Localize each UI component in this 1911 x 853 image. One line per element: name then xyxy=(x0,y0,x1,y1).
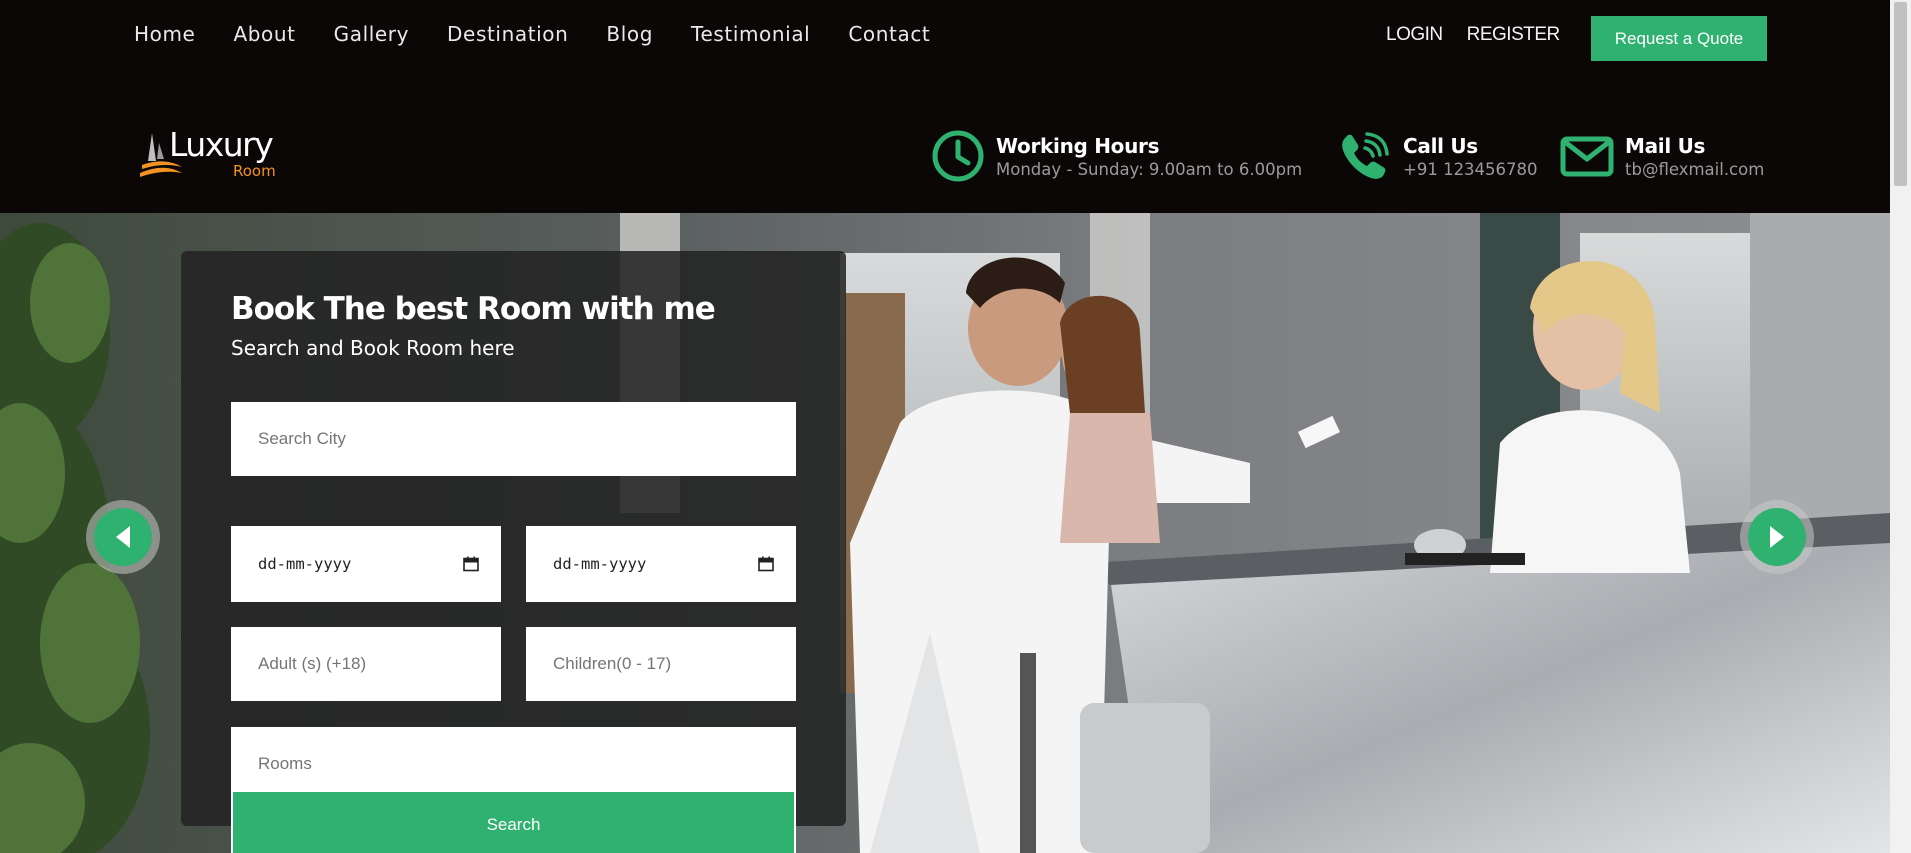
booking-title: Book The best Room with me xyxy=(231,291,716,327)
hero-slider: Book The best Room with me Search and Bo… xyxy=(0,213,1890,853)
nav-destination-link[interactable]: Destination xyxy=(447,22,568,46)
nav-home-link[interactable]: Home xyxy=(134,22,195,46)
working-hours-detail: Monday - Sunday: 9.00am to 6.00pm xyxy=(996,160,1303,179)
scrollbar-thumb[interactable] xyxy=(1894,2,1907,186)
checkin-date-value: dd-mm-yyyy xyxy=(258,555,352,573)
booking-panel: Book The best Room with me Search and Bo… xyxy=(181,251,846,853)
call-us-title: Call Us xyxy=(1403,134,1478,158)
calendar-icon[interactable] xyxy=(463,556,479,572)
children-input[interactable] xyxy=(526,627,796,701)
mail-us-address[interactable]: tb@flexmail.com xyxy=(1625,160,1764,179)
nav-blog-link[interactable]: Blog xyxy=(606,22,653,46)
luxury-room-logo[interactable]: Luxury Room xyxy=(138,125,288,185)
logo-sub: Room xyxy=(233,162,276,180)
auth-links: LOGIN REGISTER xyxy=(1386,24,1560,46)
nav-contact-link[interactable]: Contact xyxy=(848,22,930,46)
adults-input[interactable] xyxy=(231,627,501,701)
call-us-number[interactable]: +91 123456780 xyxy=(1403,160,1538,179)
checkin-date-input[interactable]: dd-mm-yyyy xyxy=(231,526,501,602)
phone-icon xyxy=(1342,132,1389,179)
checkout-date-value: dd-mm-yyyy xyxy=(553,555,647,573)
checkout-date-input[interactable]: dd-mm-yyyy xyxy=(526,526,796,602)
working-hours-title: Working Hours xyxy=(996,134,1160,158)
page-scrollbar[interactable] xyxy=(1890,0,1911,853)
site-header: Luxury Room Working Hours Monday - Sunda… xyxy=(0,72,1890,213)
nav-testimonial-link[interactable]: Testimonial xyxy=(691,22,810,46)
mail-us-block[interactable]: Mail Us tb@flexmail.com xyxy=(1559,128,1764,184)
caret-right-icon xyxy=(1770,526,1784,548)
working-hours-block: Working Hours Monday - Sunday: 9.00am to… xyxy=(930,128,1302,184)
slider-prev-button[interactable] xyxy=(86,500,160,574)
envelope-icon xyxy=(1560,136,1614,177)
search-button[interactable]: Search xyxy=(231,790,796,853)
register-link[interactable]: REGISTER xyxy=(1467,24,1561,46)
caret-left-icon xyxy=(116,526,130,548)
calendar-icon[interactable] xyxy=(758,556,774,572)
nav-about-link[interactable]: About xyxy=(233,22,295,46)
main-nav: Home About Gallery Destination Blog Test… xyxy=(134,22,930,46)
clock-icon xyxy=(932,130,984,182)
search-city-input[interactable] xyxy=(231,402,796,476)
call-us-block[interactable]: Call Us +91 123456780 xyxy=(1337,128,1538,184)
login-link[interactable]: LOGIN xyxy=(1386,24,1443,46)
top-navigation-bar: Home About Gallery Destination Blog Test… xyxy=(0,0,1890,72)
nav-gallery-link[interactable]: Gallery xyxy=(334,22,409,46)
logo-word: Luxury xyxy=(169,125,274,164)
mail-us-title: Mail Us xyxy=(1625,134,1706,158)
request-quote-button[interactable]: Request a Quote xyxy=(1591,16,1767,61)
booking-subtitle: Search and Book Room here xyxy=(231,336,515,360)
slider-next-button[interactable] xyxy=(1740,500,1814,574)
